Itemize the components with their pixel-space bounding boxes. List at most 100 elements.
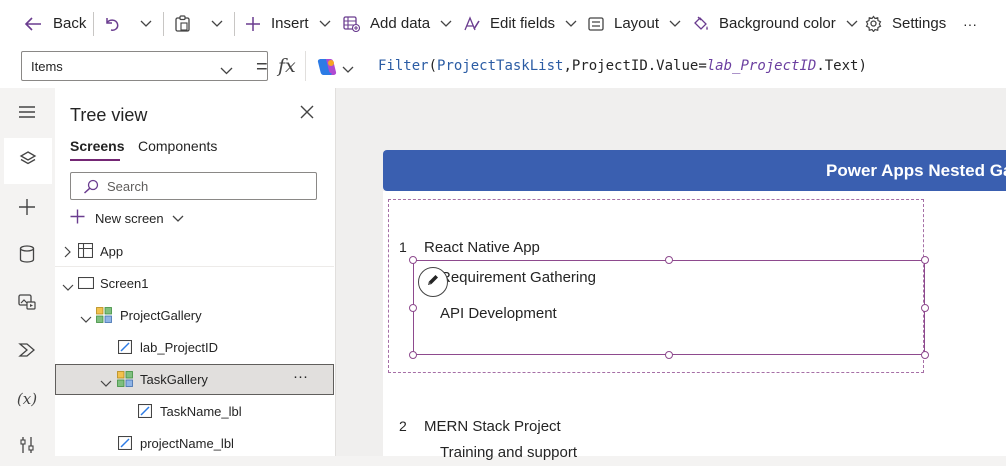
formula-variable: lab_ProjectID [706,58,817,74]
tree-node-projectgallery[interactable]: ProjectGallery [55,300,334,331]
active-tab-indicator [70,159,120,161]
plus-icon [18,198,36,221]
tree-view-title: Tree view [70,105,148,125]
chevron-down-icon [846,20,858,28]
chevron-down-icon [100,376,112,391]
arrow-left-icon [24,16,42,32]
close-tree-view-button[interactable] [300,105,314,124]
close-icon [300,105,314,123]
left-rail: (x) [0,88,56,456]
hamburger-icon [18,105,36,124]
resize-handle[interactable] [409,351,417,359]
fx-icon: fx [278,55,296,77]
label-control-icon [117,435,133,453]
formula-paren: ( [428,58,438,74]
chevron-down-icon [140,20,152,28]
property-dropdown[interactable]: Items [21,51,268,81]
chevron-down-icon [319,20,331,28]
resize-handle[interactable] [409,256,417,264]
new-screen-label: New screen [95,210,164,226]
edit-fields-label: Edit fields [490,15,556,32]
tree-node-taskgallery[interactable]: TaskGallery ··· [55,364,334,395]
search-placeholder: Search [107,179,149,194]
background-color-button[interactable]: Background color [692,0,858,47]
resize-handle[interactable] [665,256,673,264]
more-commands-button[interactable]: ··· [963,0,977,47]
project-id-label: 1 [399,239,407,255]
tab-screens[interactable]: Screens [70,138,124,154]
divider [93,12,94,36]
tree-node-projectname-lbl[interactable]: projectName_lbl [55,428,334,459]
settings-button[interactable]: Settings [865,0,946,47]
data-rail-button[interactable] [8,237,46,275]
insert-rail-button[interactable] [8,190,46,228]
resize-handle[interactable] [921,256,929,264]
menu-button[interactable] [8,95,46,133]
design-canvas: Power Apps Nested Gal 1 React Native App… [336,88,1006,461]
tree-node-label: TaskName_lbl [160,404,242,419]
paint-bucket-icon [692,15,710,32]
tree-search-input[interactable]: Search [70,172,317,200]
tab-components[interactable]: Components [138,138,217,154]
equals-sign: = [256,56,268,78]
resize-handle[interactable] [921,304,929,312]
undo-dropdown[interactable] [140,0,152,47]
layers-icon [19,150,37,173]
project-name-label: React Native App [424,239,540,256]
resize-handle[interactable] [665,351,673,359]
chevron-down-icon [172,211,184,226]
new-screen-button[interactable]: New screen [70,208,184,228]
plus-icon [70,209,85,227]
edit-fields-icon [463,15,481,32]
settings-label: Settings [892,15,947,32]
command-bar: Back Insert Add data Edit fields Layout … [0,0,1006,48]
task-name-label: Requirement Gathering [440,269,596,286]
background-color-label: Background color [719,15,836,32]
edit-gallery-button[interactable] [418,267,448,297]
tree-node-label: lab_ProjectID [140,340,219,355]
gallery-icon [117,371,133,390]
power-automate-rail-button[interactable] [8,333,46,371]
formula-input[interactable]: Filter(ProjectTaskList,ProjectID.Value=l… [378,58,867,74]
pencil-icon [426,273,440,292]
tree-view-panel: Tree view Screens Components Search New … [55,88,336,456]
edit-fields-button[interactable]: Edit fields [463,0,577,47]
tree-node-label: Screen1 [100,276,149,291]
app-header-bar: Power Apps Nested Gal [383,150,1006,191]
label-control-icon [137,403,153,421]
paste-button[interactable] [175,0,190,47]
chevron-right-icon [64,246,72,261]
tree-node-app[interactable]: App [55,236,334,267]
resize-handle[interactable] [409,304,417,312]
project-name-label: MERN Stack Project [424,418,561,435]
gear-icon [865,15,882,32]
tree-node-screen1[interactable]: Screen1 [55,268,334,299]
undo-button[interactable] [104,0,120,47]
back-button[interactable]: Back [24,0,86,47]
add-data-button[interactable]: Add data [343,0,452,47]
tree-view-rail-button[interactable] [4,138,52,184]
layout-button[interactable]: Layout [588,0,681,47]
paste-dropdown[interactable] [211,0,223,47]
database-icon [19,244,35,268]
divider [234,12,235,36]
variables-rail-button[interactable]: (x) [8,380,46,418]
screen-icon [77,276,95,292]
advanced-tools-rail-button[interactable] [8,428,46,466]
property-value: Items [31,59,63,74]
formula-comma: , [563,58,572,74]
copilot-button[interactable] [316,57,354,82]
search-icon [83,179,99,199]
more-options-button[interactable]: ··· [293,368,308,385]
resize-handle[interactable] [921,351,929,359]
chevron-down-icon [211,20,223,28]
tree-node-label: ProjectGallery [120,308,202,323]
tree-node-taskname-lbl[interactable]: TaskName_lbl [55,396,334,427]
chevron-down-icon [440,20,452,28]
tree-node-lab-projectid[interactable]: lab_ProjectID [55,332,334,363]
task-name-label: API Development [440,305,557,322]
insert-button[interactable]: Insert [245,0,331,47]
tree-node-label: App [100,244,124,259]
formula-table: ProjectTaskList [437,58,564,74]
media-rail-button[interactable] [8,285,46,323]
